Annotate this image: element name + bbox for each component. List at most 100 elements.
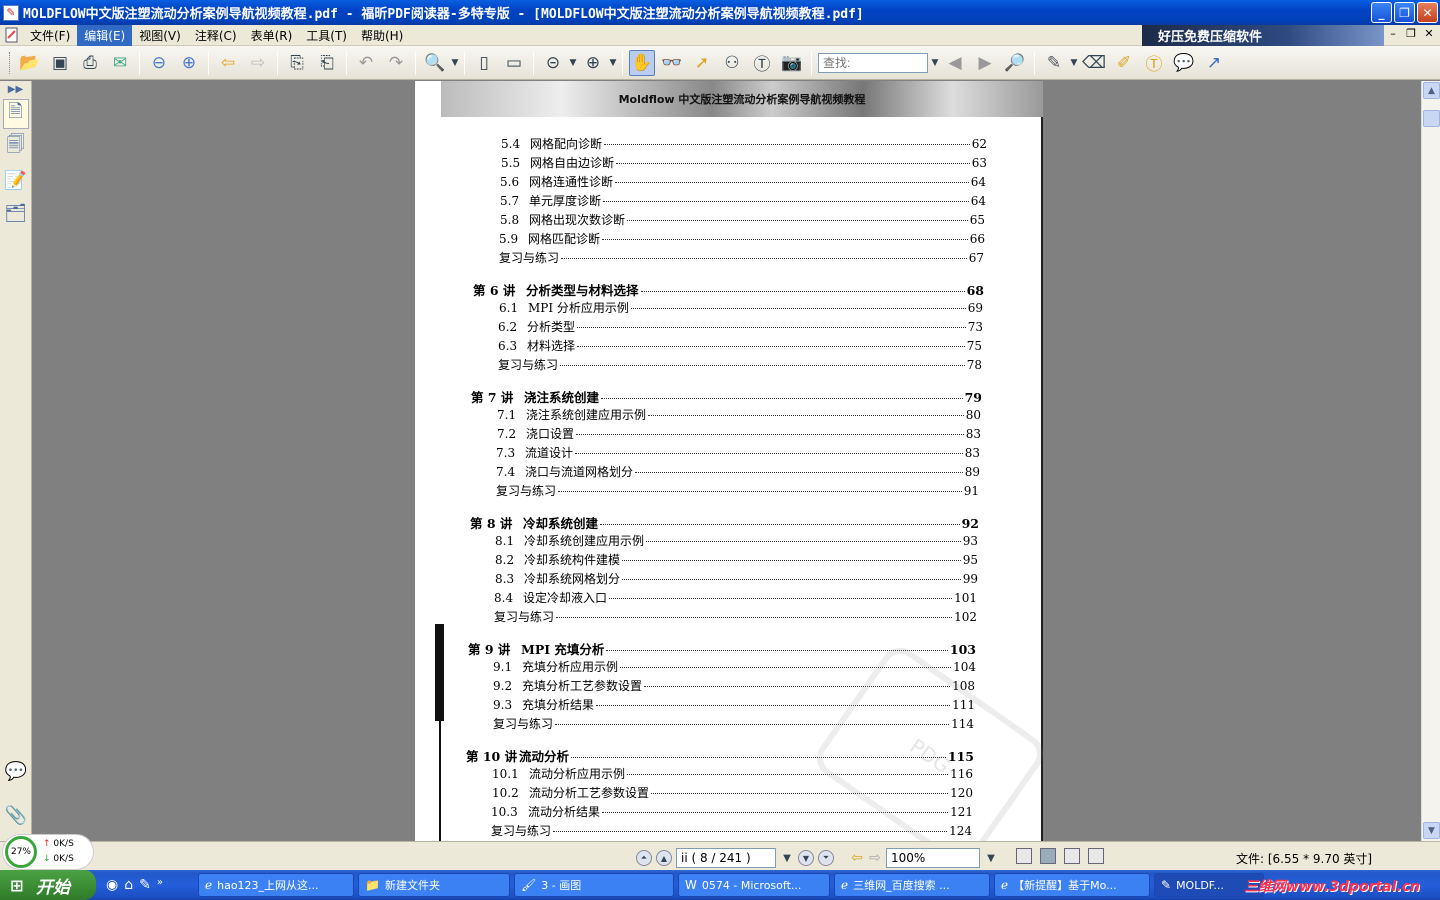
toc-review-row[interactable]: 复习与练习 91 [496,482,979,499]
find-previous-icon[interactable]: ◀ [942,50,968,76]
start-button[interactable]: ⊞ 开始 [0,870,96,900]
menu-comment[interactable]: 注释(C) [188,25,244,46]
toc-item-row[interactable]: 5.9 网格匹配诊断 66 [499,230,985,247]
toc-item-row[interactable]: 6.1 MPI 分析应用示例 69 [499,299,983,316]
app-icon[interactable]: ✎ [3,4,19,21]
menu-edit[interactable]: 编辑(E) [77,24,133,46]
toc-item-row[interactable]: 6.3 材料选择 75 [498,337,982,354]
zoom-in-icon[interactable]: 🔍 [422,50,448,76]
search-input[interactable] [818,52,928,73]
toc-item-row[interactable]: 8.4 设定冷却液入口 101 [494,589,977,606]
restore-button[interactable]: ❐ [1394,2,1415,23]
last-page-icon[interactable]: ⏷ [818,850,834,866]
pencil-icon[interactable]: ✎ [1041,50,1067,76]
toc-review-row[interactable]: 复习与练习 67 [499,249,984,266]
task-forum[interactable]: ℯ 【新提醒】基于Mo... [994,873,1150,897]
network-monitor[interactable]: 27% ↑ 0K/S ↓ 0K/S [2,834,94,870]
zoom-plus-icon[interactable]: ⊕ [580,50,606,76]
note-icon[interactable]: 💬 [1171,50,1197,76]
document-icon[interactable] [3,26,21,44]
undo-icon[interactable]: ↶ [353,50,379,76]
zoom-field-dropdown-icon[interactable]: ▼ [984,849,998,867]
nav-back-icon[interactable]: ⇦ [850,849,864,867]
loupe-icon[interactable]: 👓 [659,50,685,76]
page-number-field[interactable]: ii ( 8 / 241 ) [676,848,776,868]
quick-launch-desktop-icon[interactable]: ⌂ [124,877,133,893]
toc-item-row[interactable]: 7.3 流道设计 83 [496,444,980,461]
quick-launch-more-icon[interactable]: » [157,877,163,893]
task-baidu-search[interactable]: ℯ 三维网_百度搜索 ... [834,873,990,897]
continuous-page-icon[interactable] [1040,848,1056,864]
ad-banner[interactable]: 好压免费压缩软件 [1142,25,1384,46]
toolbar-grip[interactable] [9,51,12,74]
quick-launch-pdf-icon[interactable]: ✎ [139,877,151,893]
menu-help[interactable]: 帮助(H) [354,25,410,46]
redo-icon[interactable]: ↷ [383,50,409,76]
forward-icon[interactable]: ⇨ [245,50,271,76]
back-icon[interactable]: ⇦ [215,50,241,76]
task-paint[interactable]: 🖌 3 - 画图 [514,873,674,897]
open-folder-icon[interactable]: 📂 [17,50,43,76]
first-page-icon[interactable]: ⏶ [636,850,652,866]
toc-item-row[interactable]: 7.1 浇注系统创建应用示例 80 [497,406,981,423]
annotations-icon[interactable]: 📝 [3,165,29,195]
scroll-up-arrow[interactable]: ▲ [1423,82,1440,99]
typewriter-icon[interactable]: Ⓣ [1141,50,1167,76]
prev-page-icon[interactable]: ▲ [656,850,672,866]
zoom-out-dropdown-icon[interactable]: ▼ [568,50,578,76]
highlight-icon[interactable]: ✐ [1111,50,1137,76]
pages-icon[interactable]: 🗐 [3,132,29,162]
next-page-nav-icon[interactable]: ▼ [798,850,814,866]
toc-item-row[interactable]: 5.6 网格连通性诊断 64 [500,173,986,190]
pencil-dropdown-icon[interactable]: ▼ [1069,50,1079,76]
toc-chapter-row[interactable]: 第 7 讲浇注系统创建 79 [471,387,982,406]
title-bar[interactable]: ✎ MOLDFLOW中文版注塑流动分析案例导航视频教程.pdf - 福昕PDF阅… [0,0,1440,25]
comments-icon[interactable]: 💬 [3,756,29,786]
nav-forward-icon[interactable]: ⇨ [868,849,882,867]
print-icon[interactable]: ⎙ [77,50,103,76]
extract-page-icon[interactable]: ⎗ [314,50,340,76]
hand-tool-icon[interactable]: ✋ [629,49,655,76]
mdi-close-button[interactable]: ✕ [1422,27,1436,40]
zoom-dropdown-icon[interactable]: ▼ [450,50,460,76]
toc-item-row[interactable]: 7.2 浇口设置 83 [497,425,981,442]
task-hao123[interactable]: ℯ hao123_上网从这... [198,873,354,897]
previous-page-icon[interactable]: ⊖ [146,50,172,76]
toc-chapter-row[interactable]: 第 6 讲分析类型与材料选择 68 [473,280,984,299]
select-arrow-icon[interactable]: ➚ [689,50,715,76]
menu-file[interactable]: 文件(F) [23,25,77,46]
toc-item-row[interactable]: 8.2 冷却系统构件建模 95 [495,551,978,568]
binoculars-icon[interactable]: ⚇ [719,50,745,76]
attachments-icon[interactable]: 📎 [3,800,29,830]
insert-page-icon[interactable]: ⎘ [284,50,310,76]
select-text-icon[interactable]: Ⓣ [749,50,775,76]
toc-item-row[interactable]: 8.3 冷却系统网格划分 99 [495,570,978,587]
advanced-search-icon[interactable]: 🔎 [1002,50,1028,76]
toc-review-row[interactable]: 复习与练习 78 [498,356,982,373]
toc-item-row[interactable]: 8.1 冷却系统创建应用示例 93 [495,532,978,549]
task-new-folder[interactable]: 📁 新建文件夹 [358,873,510,897]
panel-expand-icon[interactable]: ▶▶ [3,82,29,96]
mdi-restore-button[interactable]: ❐ [1404,27,1418,40]
find-next-icon[interactable]: ▶ [972,50,998,76]
zoom-plus-dropdown-icon[interactable]: ▼ [608,50,618,76]
fit-page-icon[interactable]: ▯ [471,50,497,76]
vertical-scrollbar[interactable]: ▲ ▼ [1421,81,1440,841]
bookmarks-icon[interactable]: 🗎 [2,99,29,129]
page-dropdown-icon[interactable]: ▼ [780,849,794,867]
toc-item-row[interactable]: 5.5 网格自由边诊断 63 [501,154,987,171]
email-icon[interactable]: ✉ [107,50,133,76]
layers-icon[interactable]: 🗂 [3,198,29,228]
zoom-out-icon[interactable]: ⊝ [540,50,566,76]
menu-form[interactable]: 表单(R) [244,25,300,46]
toc-item-row[interactable]: 5.4 网格配向诊断 62 [501,135,987,152]
next-page-icon[interactable]: ⊕ [176,50,202,76]
search-dropdown-icon[interactable]: ▼ [930,50,940,76]
toc-chapter-row[interactable]: 第 8 讲冷却系统创建 92 [470,513,979,532]
document-view[interactable]: Moldflow 中文版注塑流动分析案例导航视频教程 5.4 网格配向诊断 62 5.… [33,81,1421,841]
minimize-button[interactable]: _ [1371,2,1392,23]
save-icon[interactable]: ▣ [47,50,73,76]
scroll-down-arrow[interactable]: ▼ [1423,822,1440,839]
mdi-minimize-button[interactable]: – [1386,27,1400,40]
continuous-facing-icon[interactable] [1088,848,1104,864]
